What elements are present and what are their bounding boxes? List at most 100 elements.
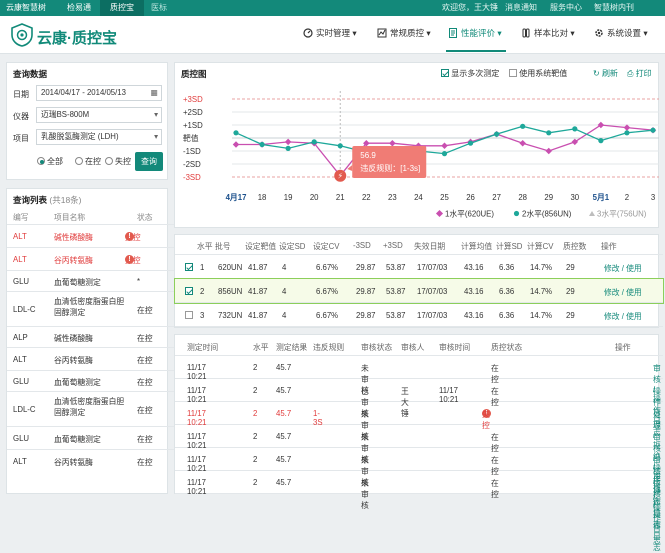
- list-item[interactable]: LDL-C 血清低密度脂蛋白胆固醇测定 在控: [7, 291, 176, 326]
- link-notifications[interactable]: 消息通知: [505, 0, 537, 16]
- col-header: 设定SD: [279, 242, 306, 251]
- col-header: 操作: [615, 343, 631, 352]
- cell-exp: 17/07/03: [417, 263, 448, 272]
- y-tick-label: +3SD: [183, 95, 203, 104]
- nav-routine-qc[interactable]: 常规质控 ▾: [377, 27, 431, 39]
- item-name: 血葡萄糖测定: [54, 434, 101, 444]
- link-service-center[interactable]: 服务中心: [550, 0, 582, 16]
- status-badge: *: [137, 277, 140, 286]
- list-item[interactable]: ALT 碱性磷酸酶 !失控: [7, 224, 176, 247]
- list-item[interactable]: ALP 碱性磷酸酶 在控: [7, 326, 176, 347]
- row-checkbox[interactable]: [185, 287, 193, 295]
- cell-op[interactable]: 修改 / 使用: [604, 263, 642, 274]
- date-range-input[interactable]: 2014/04/17 - 2014/05/13 ▦: [36, 85, 162, 101]
- gauge-icon: [303, 28, 313, 38]
- cell-p3: 53.87: [386, 263, 406, 272]
- alert-icon: !: [125, 254, 134, 264]
- radio-label: 失控: [115, 157, 131, 166]
- record-row[interactable]: 11/17 10:21 2 45.7 未审核 在控 审核 / 操作日志: [175, 471, 663, 552]
- tab-jianyitong[interactable]: 检易通: [58, 0, 100, 16]
- cell-text: 在控: [491, 479, 499, 499]
- cell-text: 2: [253, 363, 258, 372]
- legend-label: 2水平(856UN): [522, 209, 572, 219]
- item-code: ALP: [13, 332, 28, 342]
- chart-icon: [377, 28, 387, 38]
- status-badge: 在控: [137, 405, 153, 416]
- shield-logo-icon: [11, 23, 33, 47]
- records-header: 测定时间 水平 测定结果 违反规则 审核状态 审核人 审核时间 质控状态 操作: [175, 335, 663, 356]
- list-item[interactable]: GLU 血葡萄糖测定 *: [7, 270, 176, 291]
- list-item[interactable]: ALT 谷丙转氨酶 在控: [7, 449, 176, 472]
- cell-m3: 29.87: [356, 263, 376, 272]
- instrument-select[interactable]: 迈瑞BS-800M ▾: [36, 107, 162, 123]
- cell-ccv: 14.7%: [530, 287, 553, 296]
- query-button[interactable]: 查询: [135, 152, 163, 171]
- record-row[interactable]: 11/17 10:21 2 45.7 未审核 在控 审核 / 操作日志: [175, 448, 663, 529]
- list-title: 查询列表 (共18条): [13, 194, 82, 206]
- list-item[interactable]: GLU 血葡萄糖测定 在控: [7, 426, 176, 449]
- x-tick-label: 22: [362, 193, 371, 202]
- status-text: 在控: [137, 405, 153, 415]
- row-checkbox[interactable]: [185, 311, 193, 319]
- row-checkbox[interactable]: [185, 263, 193, 271]
- link-journal[interactable]: 智慧树内刊: [594, 0, 634, 16]
- test-tube-icon: [522, 28, 530, 38]
- list-item[interactable]: LDL-C 血清低密度脂蛋白胆固醇测定 在控: [7, 391, 176, 426]
- qc-chart: +3SD+2SD+1SD靶值-1SD-2SD-3SD4月17 18 19 20 21 22…: [183, 91, 659, 219]
- radio-label: 在控: [85, 157, 101, 166]
- x-tick-label: 29: [544, 193, 553, 202]
- record-row[interactable]: 11/17 10:21 2 45.7 未审核 在控 审核 / 操作日志: [175, 356, 663, 437]
- user-greeting[interactable]: 欢迎您，王大锤: [442, 0, 498, 16]
- col-header: +3SD: [383, 241, 403, 250]
- status-text: 在控: [137, 457, 153, 467]
- cell-n: 29: [566, 263, 575, 272]
- item-label: 项目: [13, 134, 29, 143]
- calendar-icon[interactable]: ▦: [151, 86, 158, 100]
- level-row[interactable]: 1 620UN 41.87 4 6.67% 29.87 53.87 17/07/03 43.16…: [175, 255, 663, 279]
- list-item[interactable]: ALT 谷丙转氨酶 !失控: [7, 247, 176, 270]
- nav-settings[interactable]: 系统设置 ▾: [594, 27, 648, 39]
- list-item[interactable]: GLU 血葡萄糖测定 在控: [7, 370, 176, 391]
- data-point: [284, 138, 292, 146]
- radio-in-control[interactable]: 在控: [75, 156, 101, 167]
- item-code: GLU: [13, 433, 30, 443]
- cell-text: 45.7: [276, 409, 292, 418]
- top-bar: 云康智慧树 检易通 质控宝 医标 欢迎您，王大锤 消息通知 服务中心 智慧树内刊: [0, 0, 665, 16]
- level-row[interactable]: 2 856UN 41.87 4 6.67% 29.87 53.87 17/07/03 43.16…: [174, 278, 664, 304]
- nav-sample-compare[interactable]: 样本比对 ▾: [521, 27, 575, 39]
- status-badge: 在控: [137, 434, 153, 445]
- tab-zhikongbao[interactable]: 质控宝: [100, 0, 144, 16]
- record-row[interactable]: 11/17 10:21 2 45.7 已审核 王大锤 11/17 10:21 在控 操作日志: [175, 379, 663, 429]
- nav-performance[interactable]: 性能评价 ▾: [448, 27, 502, 39]
- list-item[interactable]: ALT 谷丙转氨酶 在控: [7, 347, 176, 370]
- nav-realtime[interactable]: 实时管理 ▾: [303, 27, 357, 39]
- cell-lot: 732UN: [218, 311, 243, 320]
- cell-text: 45.7: [276, 432, 292, 441]
- records-table: 测定时间 水平 测定结果 违反规则 审核状态 审核人 审核时间 质控状态 操作 11/17 10:…: [174, 334, 663, 552]
- data-point: [389, 139, 396, 147]
- data-point: [597, 121, 605, 129]
- item-select[interactable]: 乳酸脱氢酶测定 (LDH) ▾: [36, 129, 162, 145]
- data-point: [650, 127, 656, 133]
- series-line: [236, 124, 654, 177]
- cell-op[interactable]: 修改 / 使用: [604, 287, 642, 298]
- document-icon: [449, 28, 457, 38]
- cell-cv: 6.67%: [316, 263, 339, 272]
- item-code: ALT: [13, 354, 27, 364]
- cell-text: 2: [253, 478, 258, 487]
- record-row[interactable]: 11/17 10:21 2 45.7 未审核 在控 审核 / 操作日志: [175, 425, 663, 506]
- radio-all[interactable]: 全部: [37, 156, 63, 167]
- item-name: 血葡萄糖测定: [54, 377, 101, 387]
- record-row[interactable]: 11/17 10:21 2 45.7 1-3S 未审核! 失控 处理 / 拒绝 / 审核 /…: [175, 402, 663, 545]
- nav-label: 系统设置: [607, 28, 642, 38]
- level-row[interactable]: 3 732UN 41.87 4 6.67% 29.87 53.87 17/07/03 43.16…: [175, 303, 663, 327]
- item-code: LDL-C: [13, 304, 36, 314]
- tab-yibiao[interactable]: 医标: [144, 0, 174, 16]
- cell-exp: 17/07/03: [417, 287, 448, 296]
- nav-active-indicator: [446, 50, 506, 52]
- cell-op[interactable]: 修改 / 使用: [604, 311, 642, 322]
- x-tick-label: 24: [414, 193, 423, 202]
- radio-out-of-control[interactable]: 失控: [105, 156, 131, 167]
- col-header: 审核人: [401, 343, 425, 352]
- tab-smart-tree[interactable]: 云康智慧树: [6, 0, 58, 16]
